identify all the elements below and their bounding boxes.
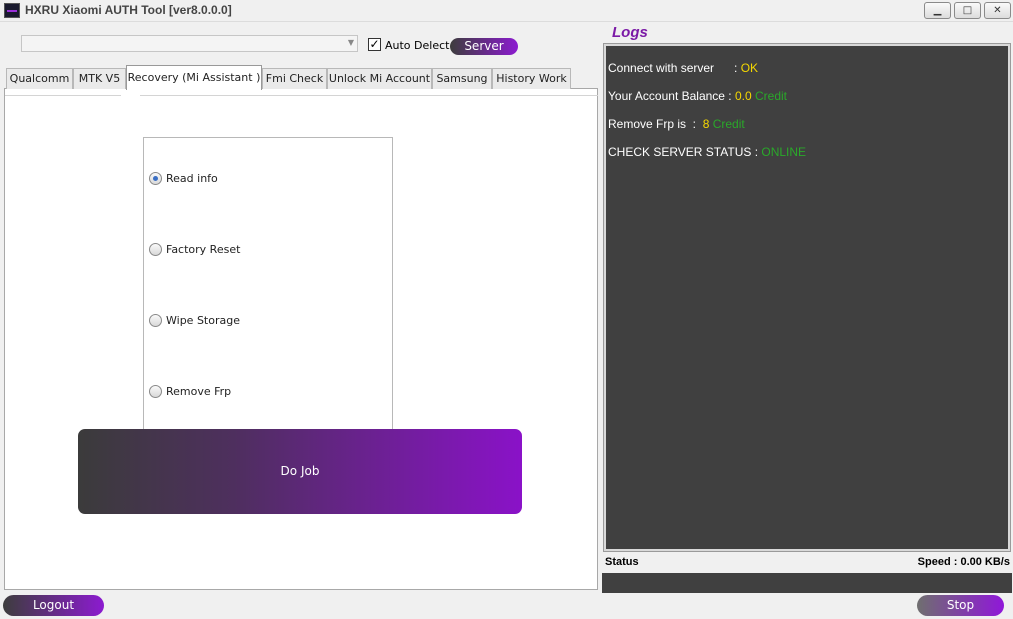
log-line: Connect with server : OK xyxy=(608,61,758,75)
close-icon: ✕ xyxy=(993,5,1002,16)
panel-divider xyxy=(5,95,121,96)
log-label: Your Account Balance : xyxy=(608,89,735,103)
auto-detect-checkbox[interactable]: ✓ xyxy=(368,38,381,51)
do-job-button[interactable]: Do Job xyxy=(78,429,522,514)
maximize-button[interactable]: □ xyxy=(954,2,981,19)
tab-history-work[interactable]: History Work xyxy=(492,68,571,89)
server-button[interactable]: Server xyxy=(450,38,518,55)
title-bar: HXRU Xiaomi AUTH Tool [ver8.0.0.0] ▁ □ ✕ xyxy=(0,0,1013,22)
status-label: Status xyxy=(605,556,639,568)
log-unit: Credit xyxy=(709,117,745,131)
log-value: ONLINE xyxy=(761,145,807,159)
log-line: Remove Frp is : 8 Credit xyxy=(608,117,745,131)
option-label: Factory Reset xyxy=(166,243,241,256)
tab-qualcomm[interactable]: Qualcomm xyxy=(6,68,73,89)
tab-fmi-check[interactable]: Fmi Check xyxy=(262,68,327,89)
radio-button[interactable] xyxy=(149,385,162,398)
log-line: Your Account Balance : 0.0 Credit xyxy=(608,89,787,103)
speed-readout: Speed : 0.00 KB/s xyxy=(917,556,1010,568)
tab-recovery[interactable]: Recovery (Mi Assistant ) xyxy=(126,65,262,90)
close-button[interactable]: ✕ xyxy=(984,2,1011,19)
tab-mtk-v5[interactable]: MTK V5 xyxy=(73,68,126,89)
minimize-icon: ▁ xyxy=(933,5,942,16)
radio-button[interactable] xyxy=(149,243,162,256)
option-label: Remove Frp xyxy=(166,385,232,398)
log-label: Remove Frp is : xyxy=(608,117,703,131)
log-line: CHECK SERVER STATUS : ONLINE xyxy=(608,145,806,159)
progress-bar xyxy=(602,573,1012,593)
maximize-icon: □ xyxy=(962,5,973,16)
log-label: CHECK SERVER STATUS : xyxy=(608,145,762,159)
log-label: Connect with server : xyxy=(608,61,741,75)
window-title: HXRU Xiaomi AUTH Tool [ver8.0.0.0] xyxy=(25,3,232,17)
panel-divider xyxy=(140,95,598,96)
option-label: Read info xyxy=(166,172,218,185)
stop-button[interactable]: Stop xyxy=(917,595,1004,616)
logout-button[interactable]: Logout xyxy=(3,595,104,616)
minimize-button[interactable]: ▁ xyxy=(924,2,951,19)
option-label: Wipe Storage xyxy=(166,314,240,327)
app-logo-icon xyxy=(4,3,20,18)
logs-panel[interactable]: Connect with server : OK Your Account Ba… xyxy=(603,43,1011,552)
radio-button[interactable] xyxy=(149,314,162,327)
tab-samsung[interactable]: Samsung xyxy=(432,68,492,89)
log-value: OK xyxy=(740,61,759,75)
status-bar: Status Speed : 0.00 KB/s xyxy=(602,555,1012,571)
chevron-down-icon: ▼ xyxy=(347,38,354,47)
log-unit: Credit xyxy=(751,89,788,103)
operation-group: Read info Factory Reset Wipe Storage Rem… xyxy=(143,137,393,437)
auto-detect-label: Auto Delect xyxy=(385,39,450,52)
radio-button[interactable] xyxy=(149,172,162,185)
tab-unlock-mi-account[interactable]: Unlock Mi Account xyxy=(327,68,432,89)
port-select[interactable]: ▼ xyxy=(21,35,358,52)
log-value: 0.0 xyxy=(734,89,752,103)
logs-title: Logs xyxy=(612,24,648,41)
